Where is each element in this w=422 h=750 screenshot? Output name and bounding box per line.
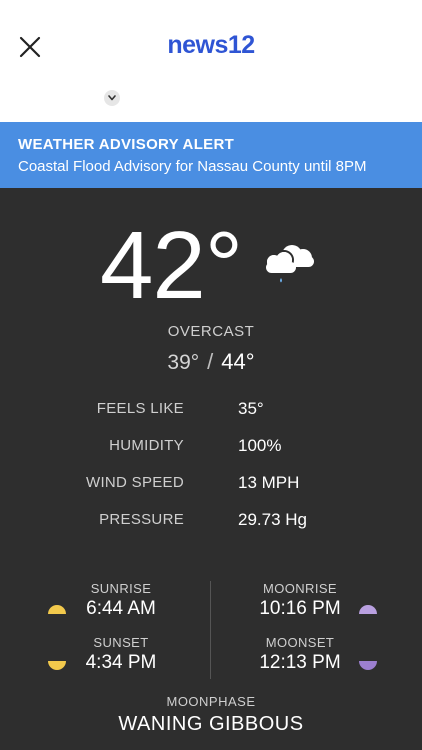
sunrise-label: SUNRISE	[90, 581, 152, 596]
stat-label: HUMIDITY	[109, 437, 184, 454]
stat-row: FEELS LIKE 35°	[0, 399, 422, 437]
moonrise-icon	[359, 605, 377, 614]
cloud-drizzle-icon	[265, 245, 314, 283]
temp-separator: /	[207, 349, 214, 374]
sunset-label: SUNSET	[93, 635, 149, 650]
weather-advisory-banner[interactable]: WEATHER ADVISORY ALERT Coastal Flood Adv…	[0, 122, 422, 188]
moonphase-label: MOONPHASE	[166, 694, 256, 709]
moonset-block: MOONSET 12:13 PM	[220, 635, 380, 674]
column-divider	[210, 581, 211, 679]
moonset-label: MOONSET	[265, 635, 335, 650]
stat-label: FEELS LIKE	[96, 400, 184, 417]
stat-row: PRESSURE 29.73 Hg	[0, 510, 422, 548]
moonrise-block: MOONRISE 10:16 PM	[220, 581, 380, 620]
low-temp: 39°	[167, 351, 200, 374]
moonset-time: 12:13 PM	[259, 652, 341, 673]
stat-value: 13 MPH	[238, 473, 300, 492]
stat-label: PRESSURE	[99, 511, 184, 528]
moonphase-value: WANING GIBBOUS	[118, 713, 304, 735]
high-temp: 44°	[221, 349, 255, 374]
stat-row: HUMIDITY 100%	[0, 436, 422, 474]
advisory-text: Coastal Flood Advisory for Nassau County…	[18, 158, 367, 175]
weather-stats: FEELS LIKE 35° HUMIDITY 100% WIND SPEED …	[0, 399, 422, 548]
app-header: news12	[0, 0, 422, 122]
stat-value: 35°	[238, 399, 264, 418]
moonrise-time: 10:16 PM	[259, 598, 341, 619]
sunrise-block: SUNRISE 6:44 AM	[41, 581, 201, 620]
stat-row: WIND SPEED 13 MPH	[0, 473, 422, 511]
weather-panel: 42° OVERCAST 39° / 44° FEELS LIKE 35° HUMI…	[0, 188, 422, 750]
stat-value: 100%	[238, 436, 282, 455]
news12-logo: news12	[167, 31, 255, 59]
stat-value: 29.73 Hg	[238, 510, 307, 529]
sunrise-icon	[48, 605, 66, 614]
chevron-down-icon	[108, 95, 116, 101]
current-temperature: 42°	[100, 212, 243, 319]
moonrise-label: MOONRISE	[263, 581, 337, 596]
advisory-title: WEATHER ADVISORY ALERT	[18, 136, 235, 153]
condition-text: OVERCAST	[167, 323, 255, 340]
sunset-icon	[48, 661, 66, 670]
low-high-temps: 39° / 44°	[0, 349, 422, 375]
expand-button[interactable]	[104, 90, 120, 106]
stat-label: WIND SPEED	[85, 474, 184, 491]
moonset-icon	[359, 661, 377, 670]
